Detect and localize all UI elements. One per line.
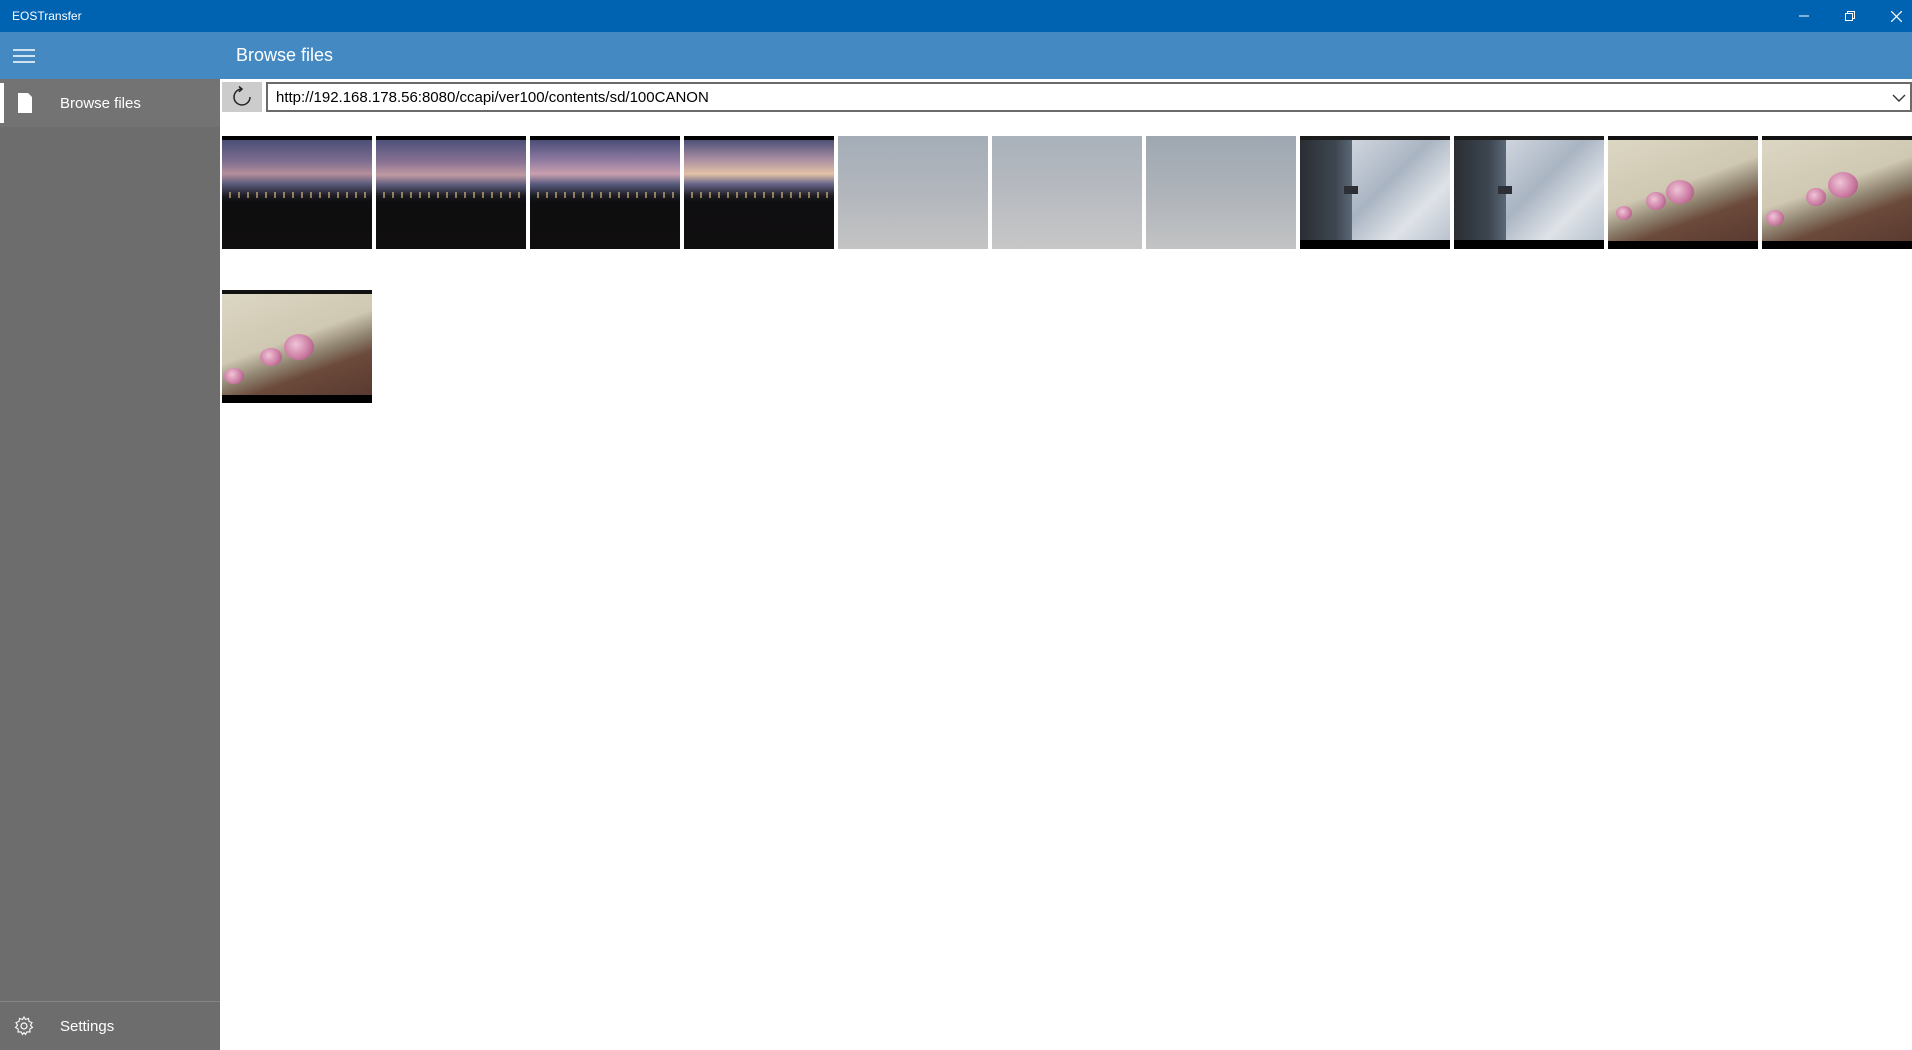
close-icon (1890, 10, 1902, 22)
app-title: EOSTransfer (12, 9, 82, 23)
photo-thumbnail[interactable] (530, 136, 680, 249)
photo-thumbnail[interactable] (1454, 136, 1604, 249)
restore-icon (1845, 11, 1855, 21)
photo-thumbnail[interactable] (1300, 136, 1450, 249)
minimize-icon (1799, 15, 1809, 17)
sidebar-item-label: Browse files (60, 94, 141, 112)
photo-thumbnail[interactable] (376, 136, 526, 249)
page-title: Browse files (236, 45, 334, 65)
selection-indicator (0, 83, 4, 123)
sidebar: Browse files Settings (0, 79, 220, 1050)
photo-thumbnail[interactable] (1146, 136, 1296, 249)
sidebar-item-browse-files[interactable]: Browse files (0, 79, 220, 127)
sidebar-item-label: Settings (60, 1017, 115, 1035)
gear-icon (14, 1016, 34, 1036)
header-bar: Browse files (0, 32, 1912, 79)
photo-thumbnail[interactable] (222, 136, 372, 249)
refresh-icon (233, 86, 251, 106)
title-bar: EOSTransfer (0, 0, 1912, 32)
close-button[interactable] (1873, 0, 1912, 32)
refresh-button[interactable] (222, 82, 262, 112)
chevron-down-icon[interactable] (1890, 90, 1908, 106)
url-combobox[interactable] (266, 82, 1912, 112)
photo-thumbnail[interactable] (684, 136, 834, 249)
photo-thumbnail[interactable] (992, 136, 1142, 249)
hamburger-icon (13, 48, 35, 63)
photo-thumbnail[interactable] (838, 136, 988, 249)
minimize-button[interactable] (1781, 0, 1827, 32)
url-input[interactable] (276, 86, 1866, 108)
menu-button[interactable] (0, 32, 48, 79)
photo-thumbnail[interactable] (1608, 136, 1758, 249)
sidebar-item-settings[interactable]: Settings (0, 1002, 220, 1050)
document-icon (18, 93, 32, 113)
photo-thumbnail[interactable] (1762, 136, 1912, 249)
photo-thumbnail[interactable] (222, 290, 372, 403)
restore-button[interactable] (1827, 0, 1873, 32)
